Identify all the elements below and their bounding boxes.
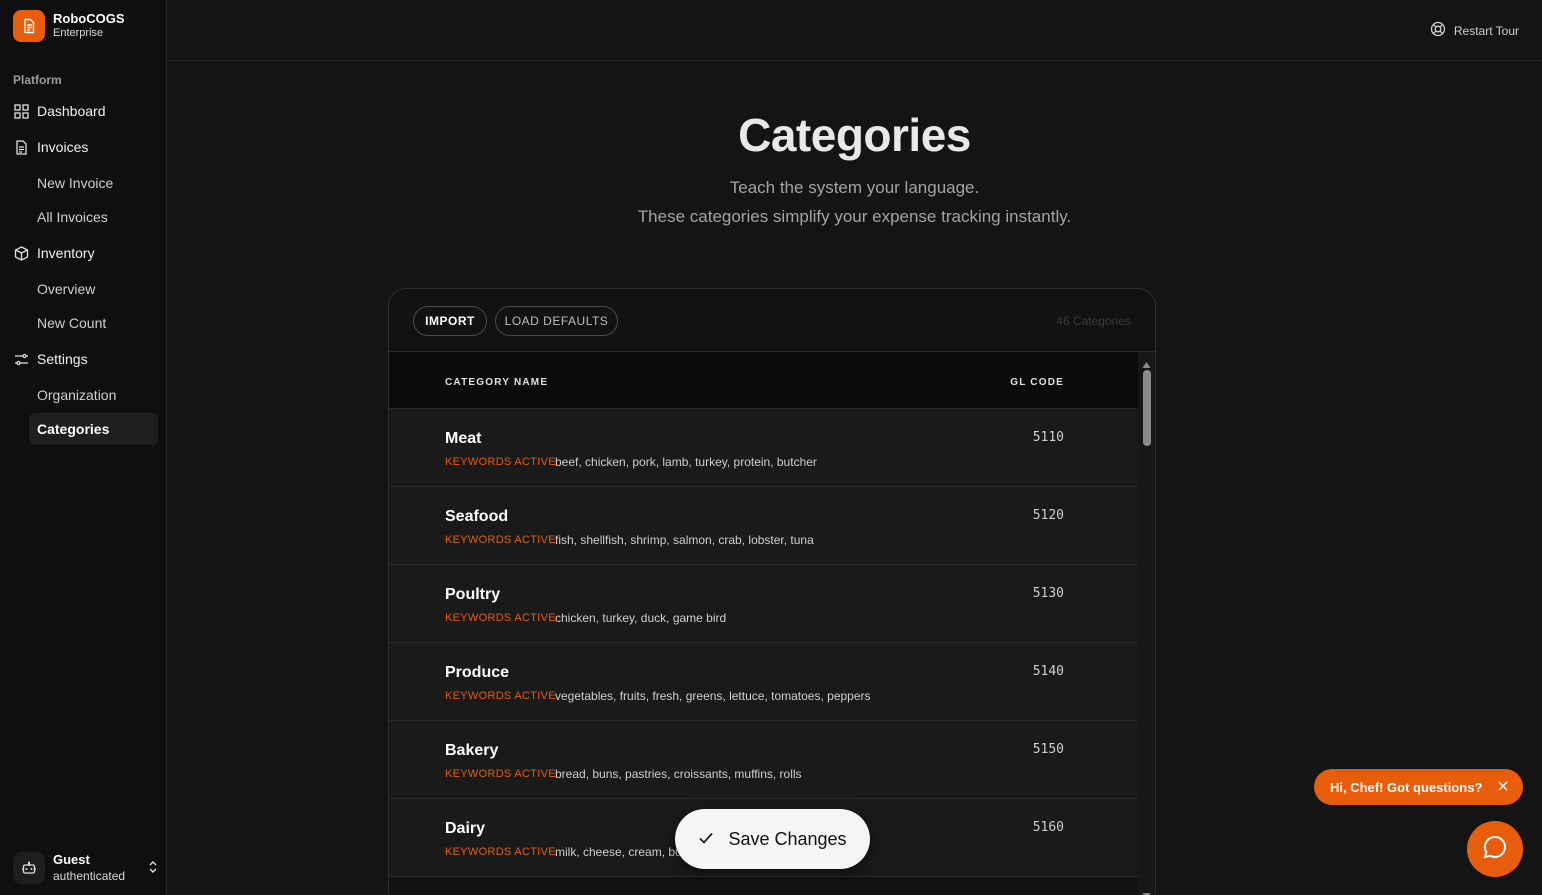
close-icon[interactable] (1497, 780, 1509, 795)
chat-bubble-icon (1482, 834, 1508, 865)
restart-tour-label: Restart Tour (1453, 23, 1519, 38)
keywords-list: chicken, turkey, duck, game bird (555, 611, 727, 625)
chevron-up-down-icon (147, 859, 159, 880)
keywords-active-label: KEYWORDS ACTIVE (445, 690, 556, 702)
nav-section-platform: Platform (13, 73, 62, 87)
document-icon (13, 10, 45, 42)
table-header: CATEGORY NAME GL CODE (389, 352, 1140, 409)
sidebar-item-dashboard[interactable]: Dashboard (13, 99, 106, 123)
category-count: 46 Categories (1056, 314, 1131, 328)
chat-greeting[interactable]: Hi, Chef! Got questions? (1314, 769, 1523, 805)
sidebar-item-label: Inventory (37, 245, 95, 261)
chat-button[interactable] (1467, 821, 1523, 877)
keywords-list: bread, buns, pastries, croissants, muffi… (555, 767, 802, 781)
keywords-active-label: KEYWORDS ACTIVE (445, 612, 556, 624)
sidebar: RoboCOGS Enterprise Platform Dashboard I… (0, 0, 167, 895)
keywords-list: fish, shellfish, shrimp, salmon, crab, l… (555, 533, 814, 547)
scrollbar-thumb[interactable] (1143, 370, 1151, 446)
user-name: Guest (53, 851, 90, 867)
table-row[interactable]: Bakery KEYWORDS ACTIVE bread, buns, past… (389, 721, 1140, 799)
box-icon (13, 245, 29, 261)
sidebar-item-overview[interactable]: Overview (29, 273, 158, 305)
sidebar-item-invoices[interactable]: Invoices (13, 135, 88, 159)
categories-card: IMPORT LOAD DEFAULTS 46 Categories CATEG… (388, 288, 1156, 895)
gl-code: 5110 (1032, 430, 1064, 445)
restart-tour-button[interactable]: Restart Tour (1430, 21, 1519, 40)
bot-icon (13, 852, 45, 884)
column-header-gl: GL CODE (1010, 377, 1064, 388)
keywords-active-label: KEYWORDS ACTIVE (445, 846, 556, 858)
import-button[interactable]: IMPORT (413, 306, 487, 336)
brand-plan: Enterprise (53, 27, 104, 40)
sidebar-item-settings[interactable]: Settings (13, 347, 88, 371)
sidebar-item-label: Dashboard (37, 103, 106, 119)
table-row[interactable]: Produce KEYWORDS ACTIVE vegetables, frui… (389, 643, 1140, 721)
column-header-name: CATEGORY NAME (445, 377, 549, 388)
table-row[interactable]: Seafood KEYWORDS ACTIVE fish, shellfish,… (389, 487, 1140, 565)
gl-code: 5130 (1032, 586, 1064, 601)
page-subtitle-2: These categories simplify your expense t… (637, 207, 1072, 226)
scrollbar[interactable] (1138, 352, 1155, 895)
keywords-list: vegetables, fruits, fresh, greens, lettu… (555, 689, 871, 703)
sliders-icon (13, 351, 29, 367)
keywords-list: milk, cheese, cream, bu (555, 845, 682, 859)
user-status: authenticated (53, 868, 126, 883)
gl-code: 5120 (1032, 508, 1064, 523)
page-title: Categories (738, 109, 971, 161)
keywords-active-label: KEYWORDS ACTIVE (445, 456, 556, 468)
category-name: Seafood (445, 508, 509, 525)
category-name: Produce (445, 664, 510, 681)
save-changes-label: Save Changes (728, 828, 847, 849)
gl-code: 5160 (1032, 820, 1064, 835)
gl-code: 5150 (1032, 742, 1064, 757)
check-icon (698, 829, 714, 850)
sidebar-item-label: Settings (37, 351, 88, 367)
sidebar-item-label: Invoices (37, 139, 89, 155)
brand-name: RoboCOGS (53, 11, 125, 26)
scroll-down-arrow-icon[interactable] (1142, 887, 1151, 895)
category-name: Dairy (445, 820, 486, 837)
grid-icon (13, 103, 29, 119)
sidebar-item-new-count[interactable]: New Count (29, 307, 158, 339)
page-subtitle-1: Teach the system your language. (729, 178, 980, 197)
category-name: Meat (445, 430, 482, 447)
user-menu[interactable]: Guest authenticated (13, 851, 159, 885)
gl-code: 5140 (1032, 664, 1064, 679)
load-defaults-button[interactable]: LOAD DEFAULTS (495, 306, 618, 336)
sidebar-item-organization[interactable]: Organization (29, 379, 158, 411)
topbar: Restart Tour (167, 0, 1542, 61)
sidebar-item-new-invoice[interactable]: New Invoice (29, 167, 158, 199)
table-body: Meat KEYWORDS ACTIVE beef, chicken, pork… (389, 409, 1140, 877)
keywords-active-label: KEYWORDS ACTIVE (445, 768, 556, 780)
category-name: Poultry (445, 586, 501, 603)
keywords-list: beef, chicken, pork, lamb, turkey, prote… (555, 455, 817, 469)
brand[interactable]: RoboCOGS Enterprise (13, 10, 125, 42)
category-name: Bakery (445, 742, 499, 759)
sidebar-item-categories[interactable]: Categories (29, 413, 158, 445)
table-row[interactable]: Meat KEYWORDS ACTIVE beef, chicken, pork… (389, 409, 1140, 487)
sidebar-item-all-invoices[interactable]: All Invoices (29, 201, 158, 233)
document-icon (13, 139, 29, 155)
save-changes-button[interactable]: Save Changes (675, 809, 870, 869)
card-toolbar: IMPORT LOAD DEFAULTS 46 Categories (389, 289, 1155, 352)
keywords-active-label: KEYWORDS ACTIVE (445, 534, 556, 546)
app-root: RoboCOGS Enterprise Platform Dashboard I… (0, 0, 1542, 895)
lifebuoy-icon (1430, 21, 1446, 40)
chat-greeting-label: Hi, Chef! Got questions? (1330, 779, 1483, 795)
sidebar-item-inventory[interactable]: Inventory (13, 241, 95, 265)
table-row[interactable]: Poultry KEYWORDS ACTIVE chicken, turkey,… (389, 565, 1140, 643)
